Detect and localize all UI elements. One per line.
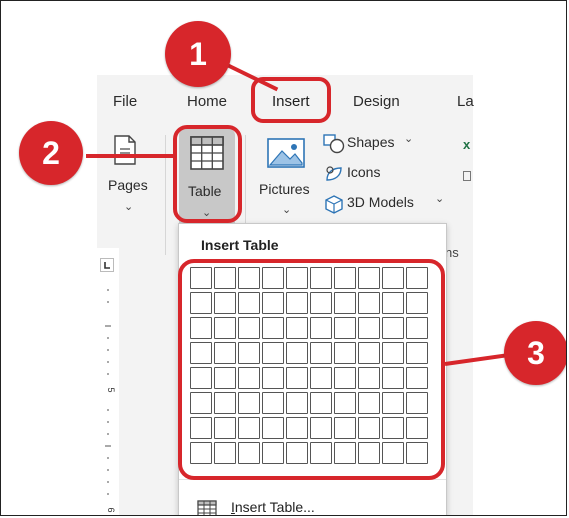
icons-label: Icons [347, 164, 381, 180]
shapes-label: Shapes [347, 134, 395, 150]
tab-selector-icon[interactable] [100, 258, 114, 272]
chevron-down-icon: ⌄ [435, 193, 445, 205]
ruler-ticks: 5 6 [105, 289, 116, 513]
chart-icon-partial: x [463, 137, 471, 152]
icons-button[interactable]: Icons [321, 163, 411, 185]
pictures-label: Pictures [259, 181, 310, 197]
chevron-down-icon: ⌄ [404, 133, 414, 145]
screenshot-frame: File Home Insert Design La Pages ⌄ Table… [0, 0, 567, 516]
step-3-marker: 3 [504, 321, 566, 385]
pages-label: Pages [108, 177, 148, 193]
table-button-highlight-ring [173, 125, 242, 223]
step-2-marker: 2 [19, 121, 83, 185]
tab-layout-partial[interactable]: La [457, 93, 474, 110]
3d-models-button[interactable]: 3D Models ⌄ [321, 193, 471, 215]
step-1-marker: 1 [165, 21, 231, 87]
shapes-icon [323, 134, 345, 154]
3d-models-label: 3D Models [347, 194, 414, 210]
svg-text:6: 6 [106, 507, 116, 512]
tab-home[interactable]: Home [187, 93, 227, 110]
svg-text:5: 5 [106, 387, 116, 392]
pictures-icon [267, 138, 305, 168]
insert-table-label: Insert Table... [231, 499, 315, 515]
tab-file[interactable]: File [113, 93, 137, 110]
connector-line-2 [86, 154, 175, 158]
cube-icon [325, 195, 343, 214]
icons-icon [326, 166, 342, 181]
vertical-ruler: 5 6 [97, 248, 119, 515]
grid-highlight [178, 259, 445, 480]
pictures-button[interactable]: Pictures ⌄ [253, 125, 319, 235]
dropdown-title: Insert Table [201, 237, 279, 253]
shapes-button[interactable]: Shapes ⌄ [321, 133, 431, 155]
table-icon [197, 500, 217, 515]
screenshot-icon-partial [463, 171, 471, 181]
chevron-down-icon: ⌄ [124, 201, 134, 213]
tab-design[interactable]: Design [353, 93, 400, 110]
group-separator [165, 135, 166, 255]
group-label-partial: ns [445, 245, 459, 260]
chevron-down-icon: ⌄ [282, 204, 292, 216]
page-icon [114, 135, 136, 165]
